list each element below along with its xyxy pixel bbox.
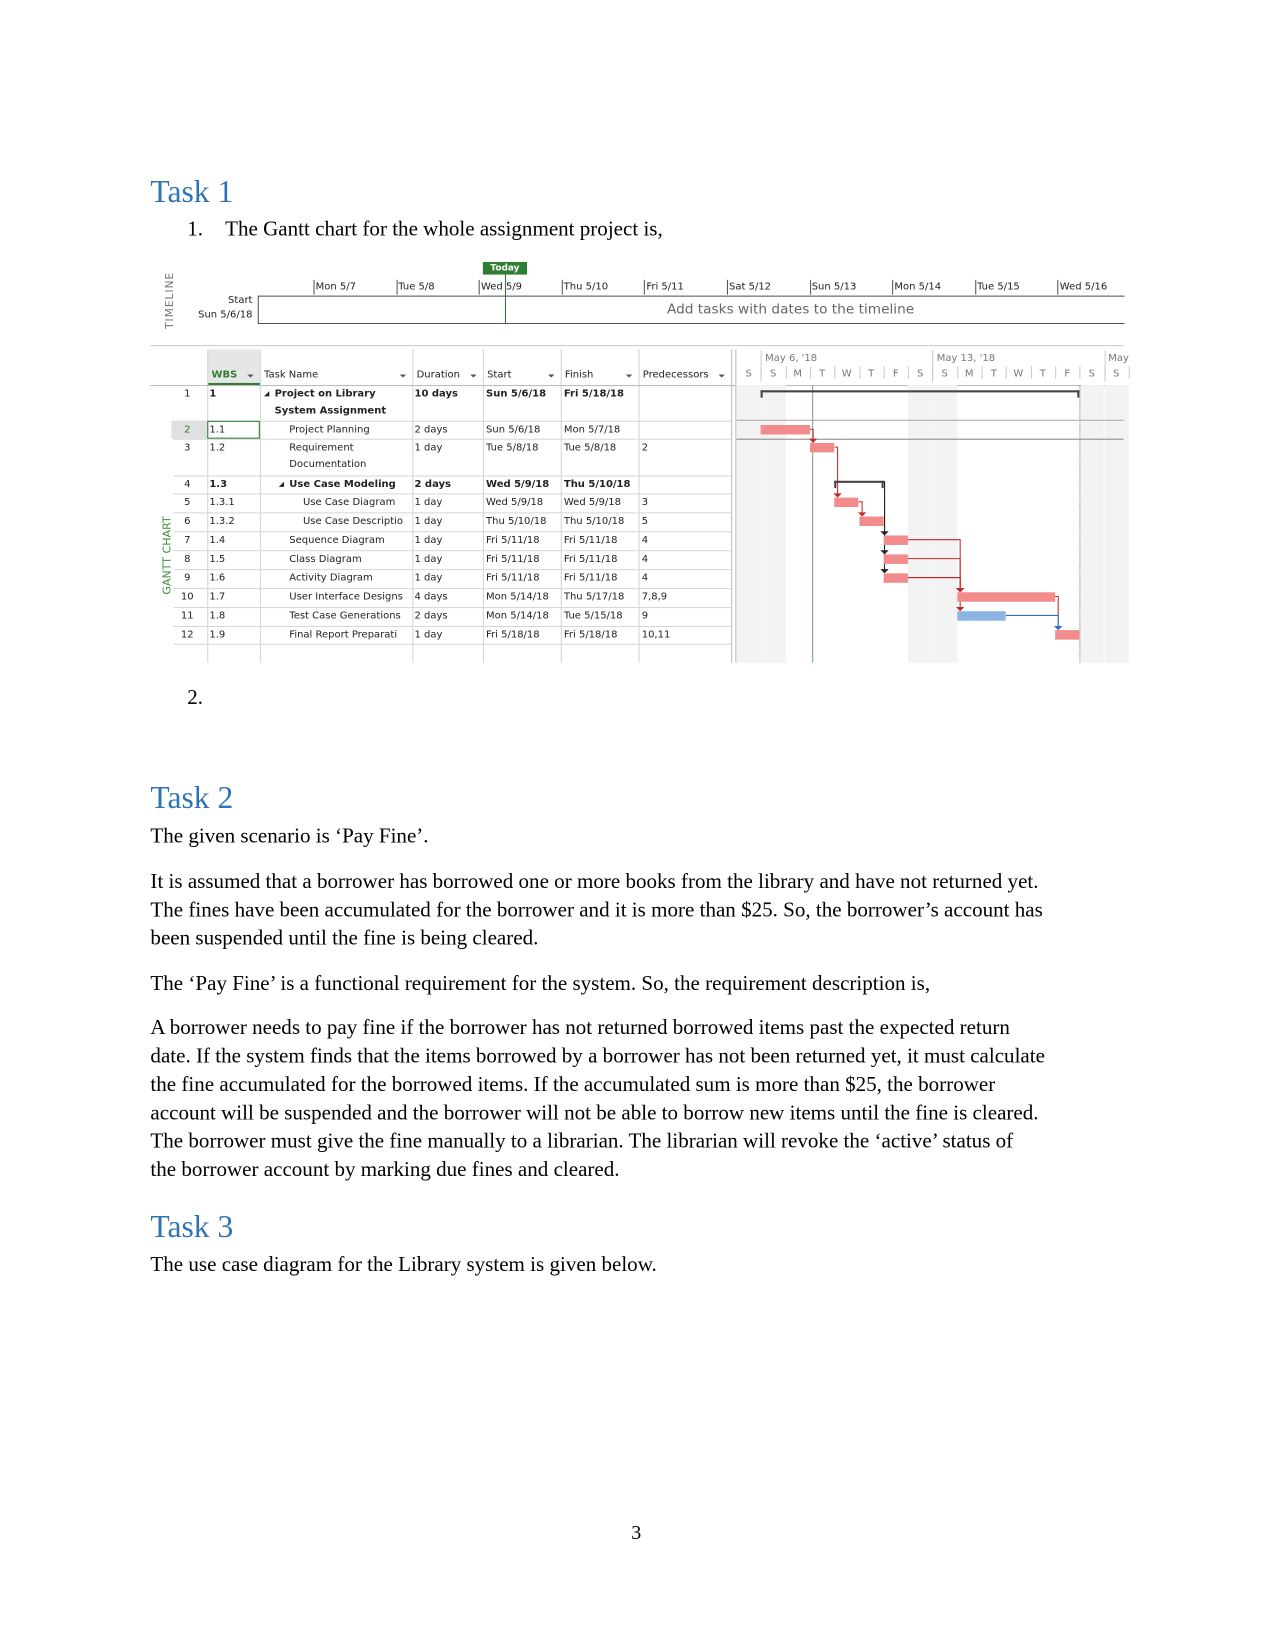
paragraph-line: A borrower needs to pay fine if the borr… [150, 1016, 1010, 1040]
dependency-link [834, 446, 839, 497]
paragraph-line: The borrower must give the fine manually… [150, 1129, 1014, 1153]
task-bar[interactable] [883, 573, 908, 583]
summary-bar-end [1077, 390, 1080, 398]
task-bar[interactable] [760, 425, 810, 435]
paragraph-line: The given scenario is ‘Pay Fine’. [150, 824, 429, 848]
dependency-link [907, 577, 961, 611]
task3-heading: Task 3 [150, 1209, 234, 1245]
task3-text: The use case diagram for the Library sys… [150, 1252, 657, 1277]
task-bar[interactable] [809, 442, 835, 453]
page-number: 3 [631, 1522, 642, 1545]
paragraph-line: The ‘Pay Fine’ is a functional requireme… [150, 972, 931, 996]
summary-bar-end [881, 480, 884, 489]
paragraph-line: the borrower account by marking due fine… [150, 1158, 620, 1182]
summary-bar-start [760, 390, 764, 398]
task-bar[interactable] [956, 611, 1007, 621]
task2-heading: Task 2 [150, 780, 234, 816]
dependency-links [808, 428, 1063, 631]
paragraph-line: The fines have been accumulated for the … [150, 898, 1043, 922]
summary-bar[interactable] [760, 390, 1080, 393]
summary-bar-start [834, 480, 837, 489]
dependency-link [907, 558, 961, 592]
paragraph-line: the fine accumulated for the borrowed it… [150, 1073, 996, 1097]
task-bar[interactable] [956, 592, 1056, 602]
list-number-2: 2. [187, 685, 204, 710]
gantt-chart-image: TIMELINE GANTT CHART Today Mon 5/7 Tue 5/… [0, 0, 1275, 673]
task-bar[interactable] [883, 535, 908, 545]
dependency-link [907, 539, 961, 592]
paragraph-line: been suspended until the fine is being c… [150, 926, 539, 950]
task-bar[interactable] [883, 554, 908, 564]
paragraph-line: It is assumed that a borrower has borrow… [150, 870, 1039, 894]
dependency-link [1006, 614, 1059, 630]
document-page: Task 1 1. The Gantt chart for the whole … [0, 0, 1275, 1650]
task-bar[interactable] [1055, 630, 1080, 640]
paragraph-line: date. If the system finds that the items… [150, 1044, 1045, 1068]
paragraph-line: account will be suspended and the borrow… [150, 1101, 1039, 1125]
task-bar[interactable] [858, 516, 884, 526]
task-bar[interactable] [834, 497, 859, 508]
dependency-link [907, 577, 961, 592]
summary-bar[interactable] [834, 480, 884, 483]
